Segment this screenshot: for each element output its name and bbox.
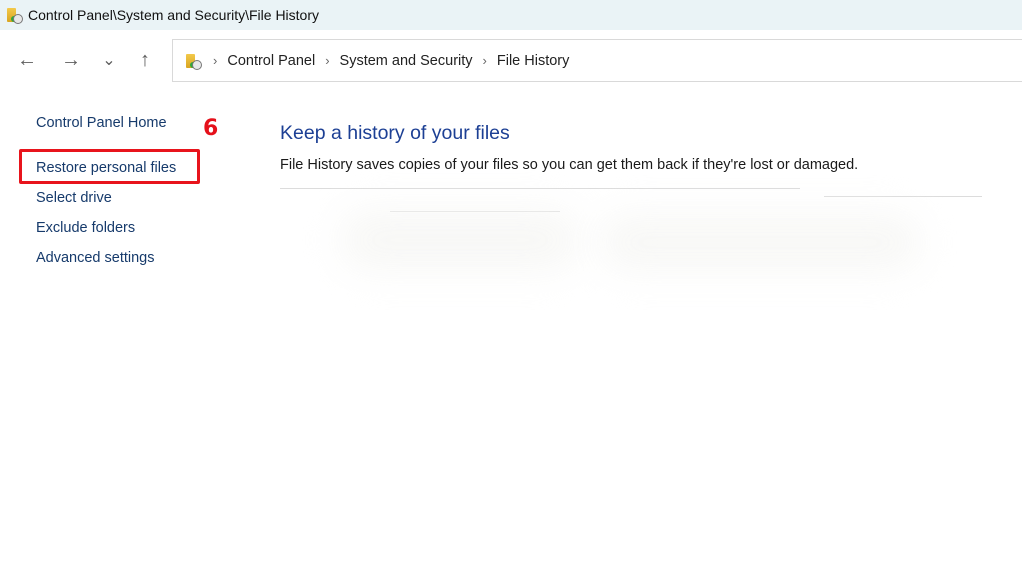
chevron-right-icon[interactable]: › <box>483 53 487 68</box>
chevron-right-icon[interactable]: › <box>213 53 217 68</box>
highlight-box <box>19 149 200 184</box>
arrow-right-icon: → <box>61 48 81 71</box>
arrow-up-icon: ↑ <box>140 48 150 71</box>
arrow-left-icon: ← <box>17 48 37 71</box>
page-title: Keep a history of your files <box>280 122 510 144</box>
forward-button[interactable]: → <box>59 48 83 72</box>
step-number-label: 6 <box>203 116 219 141</box>
file-history-folder-icon <box>6 6 24 24</box>
loading-placeholder <box>600 215 920 270</box>
title-bar: Control Panel\System and Security\File H… <box>0 0 1022 30</box>
recent-locations-button[interactable]: ⌄ <box>97 48 121 72</box>
breadcrumb-system-and-security[interactable]: System and Security <box>340 53 473 69</box>
sidebar-item-advanced-settings[interactable]: Advanced settings <box>36 250 155 266</box>
breadcrumb-file-history[interactable]: File History <box>497 53 570 69</box>
window-title: Control Panel\System and Security\File H… <box>28 7 319 23</box>
address-bar[interactable]: › Control Panel › System and Security › … <box>172 39 1022 82</box>
divider <box>824 196 982 197</box>
up-button[interactable]: ↑ <box>133 48 157 72</box>
chevron-right-icon[interactable]: › <box>325 53 329 68</box>
back-button[interactable]: ← <box>15 48 39 72</box>
file-history-folder-icon <box>185 52 203 70</box>
breadcrumb-control-panel[interactable]: Control Panel <box>227 53 315 69</box>
page-description: File History saves copies of your files … <box>280 157 859 173</box>
sidebar-item-control-panel-home[interactable]: Control Panel Home <box>36 115 167 131</box>
loading-placeholder <box>340 210 580 270</box>
sidebar-item-exclude-folders[interactable]: Exclude folders <box>36 220 135 236</box>
sidebar-item-select-drive[interactable]: Select drive <box>36 190 112 206</box>
divider <box>280 188 800 189</box>
chevron-down-icon: ⌄ <box>102 52 116 69</box>
navigation-bar: ← → ⌄ ↑ › Control Panel › System and Sec… <box>0 30 1022 90</box>
